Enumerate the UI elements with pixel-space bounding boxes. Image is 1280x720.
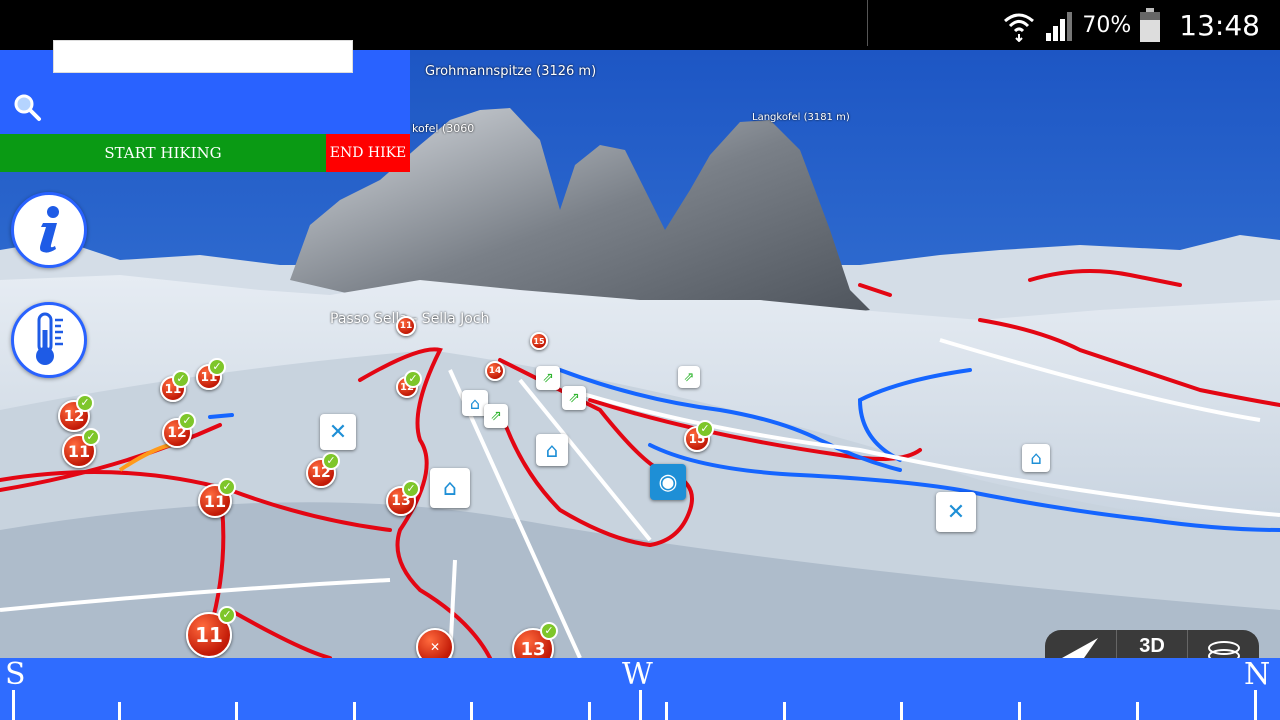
navigation-arrow-icon (1062, 638, 1099, 658)
trail-marker[interactable]: 11 ✓ (160, 370, 190, 402)
trail-marker[interactable]: 14 (485, 361, 505, 381)
start-hiking-button[interactable]: START HIKING (0, 134, 326, 172)
temperature-button[interactable] (11, 302, 87, 378)
compass-north: N (1244, 657, 1271, 692)
check-icon: ✓ (404, 370, 422, 388)
compass-tick (1136, 702, 1139, 720)
thermometer-icon (36, 312, 63, 365)
end-hike-button[interactable]: END HIKE (326, 134, 410, 172)
battery-icon (1140, 8, 1161, 42)
hut-icon[interactable]: ⌂ (536, 434, 568, 466)
trail-marker[interactable]: 15 ✓ (684, 420, 714, 452)
trail-marker[interactable]: 12 ✓ (162, 412, 196, 448)
wifi-icon (1004, 13, 1035, 42)
signal-icon (1046, 12, 1073, 41)
search-input[interactable] (53, 40, 353, 73)
check-icon: ✓ (76, 394, 94, 412)
lift-icon[interactable]: ⇗ (536, 366, 560, 390)
peak-label-langkofel[interactable]: Langkofel (3181 m) (752, 112, 850, 123)
check-icon: ✓ (218, 478, 236, 496)
hut-icon[interactable]: ⌂ (1022, 444, 1050, 472)
check-icon: ✓ (696, 420, 714, 438)
webcam-icon[interactable]: ◉ (650, 464, 686, 500)
compass-tick (588, 702, 591, 720)
compass-tick (118, 702, 121, 720)
map-controls: 3D (1045, 630, 1260, 660)
compass-tick (1018, 702, 1021, 720)
compass-tick (1254, 690, 1257, 720)
trail-marker[interactable]: 12 ✓ (306, 452, 340, 488)
search-icon[interactable] (12, 92, 42, 122)
compass-tick (12, 690, 15, 720)
trail-marker[interactable]: 13 ✓ (386, 480, 420, 516)
lift-icon[interactable]: ⇗ (562, 386, 586, 410)
compass-west: W (622, 657, 653, 692)
compass-tick (665, 702, 668, 720)
trail-marker[interactable]: 12 ✓ (396, 370, 422, 398)
compass-tick (353, 702, 356, 720)
trail-marker[interactable]: 11 ✓ (198, 478, 236, 518)
trail-marker[interactable]: 11 ✓ (196, 358, 226, 390)
status-icons: 70% 13:48 (1002, 0, 1260, 50)
trail-marker[interactable]: 11 (396, 316, 416, 336)
compass-tick (639, 690, 642, 720)
compass-tick (470, 702, 473, 720)
trail-marker[interactable]: ✕ (416, 628, 454, 658)
info-icon (40, 206, 59, 253)
restaurant-icon[interactable]: ✕ (936, 492, 976, 532)
hike-controls: START HIKING END HIKE (0, 134, 410, 172)
info-button[interactable] (11, 192, 87, 268)
trail-marker[interactable]: 15 (530, 332, 548, 350)
compass-tick (235, 702, 238, 720)
check-icon: ✓ (218, 606, 236, 624)
lift-icon[interactable]: ⇗ (678, 366, 700, 388)
hut-icon[interactable]: ⌂ (430, 468, 470, 508)
peak-label-plattkofel[interactable]: kofel (3060 (412, 122, 474, 135)
close-icon: ✕ (429, 640, 441, 654)
compass-bar[interactable]: S W N (0, 657, 1280, 720)
layers-icon (1207, 641, 1240, 658)
compass-tick (900, 702, 903, 720)
check-icon: ✓ (172, 370, 190, 388)
check-icon: ✓ (178, 412, 196, 430)
check-icon: ✓ (208, 358, 226, 376)
trail-marker[interactable]: 12 ✓ (58, 394, 94, 432)
check-icon: ✓ (82, 428, 100, 446)
check-icon: ✓ (322, 452, 340, 470)
trail-marker[interactable]: 11 ✓ (186, 606, 236, 658)
peak-label-grohmannspitze[interactable]: Grohmannspitze (3126 m) (425, 64, 596, 79)
check-icon: ✓ (540, 622, 558, 640)
app-root: 70% 13:48 Grohmannspitze (3126 m) Langko… (0, 0, 1280, 720)
trail-marker[interactable]: 11 ✓ (62, 428, 100, 468)
view-3d-button[interactable]: 3D (1115, 630, 1188, 660)
check-icon: ✓ (402, 480, 420, 498)
compass-mode-button[interactable] (1045, 630, 1116, 660)
restaurant-icon[interactable]: ✕ (320, 414, 356, 450)
clock: 13:48 (1179, 8, 1260, 42)
compass-tick (783, 702, 786, 720)
status-divider (867, 0, 868, 46)
compass-south: S (5, 657, 26, 692)
trail-marker[interactable]: 13 ✓ (512, 622, 558, 658)
battery-percent: 70% (1082, 12, 1132, 38)
layers-button[interactable] (1187, 630, 1260, 660)
lift-icon[interactable]: ⇗ (484, 404, 508, 428)
